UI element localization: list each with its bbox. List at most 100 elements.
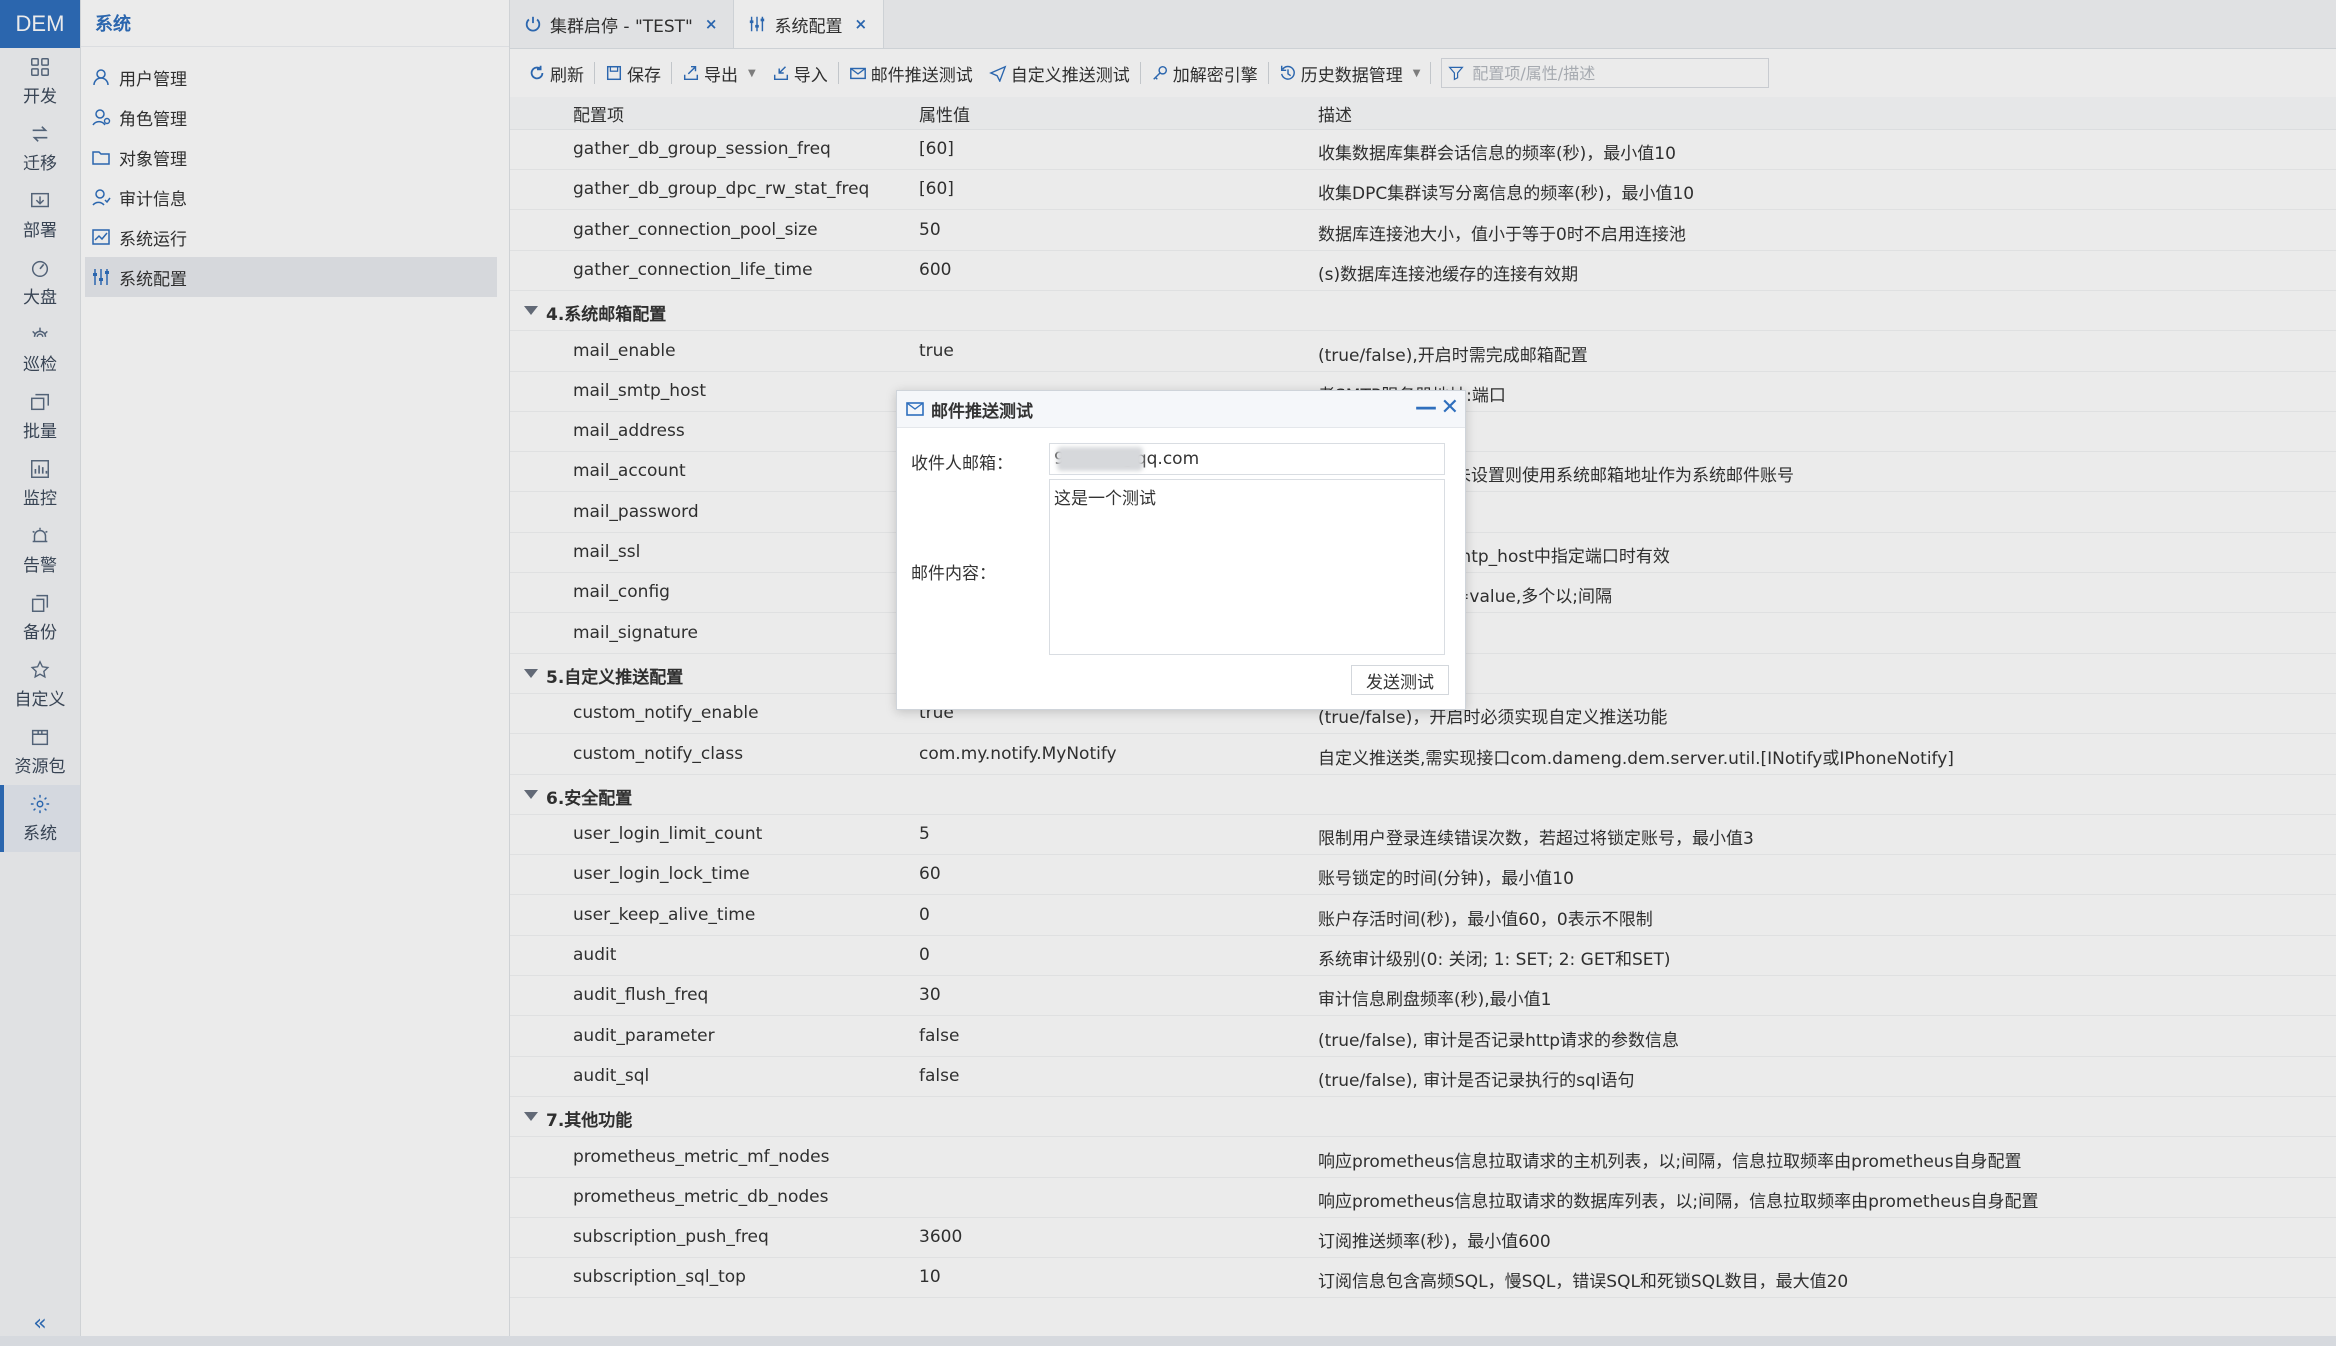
table-row[interactable]: audit 0 系统审计级别(0: 关闭; 1: SET; 2: GET和SET) (510, 935, 2336, 976)
nav-item-label: 自定义 (14, 690, 66, 710)
config-value-cell[interactable]: 600 (919, 260, 951, 280)
config-value-cell[interactable]: 3600 (919, 1227, 962, 1247)
table-row[interactable]: gather_connection_pool_size 50 数据库连接池大小，值小… (510, 210, 2336, 251)
history-data-button[interactable]: 历史数据管理 ▼ (1271, 58, 1429, 88)
minimize-icon[interactable]: — (1415, 395, 1437, 420)
close-icon[interactable]: ✕ (1441, 395, 1459, 420)
sidebar-item-user-management[interactable]: 用户管理 (85, 57, 497, 97)
column-header-key[interactable]: 配置项 (573, 101, 624, 126)
config-value-cell[interactable]: 50 (919, 220, 941, 240)
history-label: 历史数据管理 (1300, 65, 1403, 86)
config-key-cell: user_keep_alive_time (573, 904, 756, 925)
section-header[interactable]: 7.其他功能 (510, 1096, 2336, 1138)
custom-push-test-button[interactable]: 自定义推送测试 (981, 58, 1138, 88)
config-key-cell: mail_enable (573, 340, 676, 361)
nav-item-monitor[interactable]: 监控 (0, 450, 80, 517)
nav-item-alarm[interactable]: 告警 (0, 517, 80, 584)
mail-content-textarea[interactable]: 这是一个测试 (1049, 479, 1445, 655)
table-row[interactable]: audit_flush_freq 30 审计信息刷盘频率(秒),最小值1 (510, 975, 2336, 1017)
nav-item-inspect[interactable]: 巡检 (0, 316, 80, 383)
config-value-cell[interactable]: false (919, 1026, 959, 1046)
chevron-down-icon[interactable]: ▼ (1413, 68, 1421, 79)
config-desc-cell: 收集DPC集群读写分离信息的频率(秒)，最小值10 (1318, 184, 1695, 205)
table-row[interactable]: subscription_push_freq 3600 订阅推送频率(秒)，最小值6… (510, 1217, 2336, 1259)
table-row[interactable]: prometheus_metric_mf_nodes 响应prometheus信息… (510, 1137, 2336, 1178)
toolbar: 刷新 保存 导出 ▼ 导入 邮件推送测试 自定义推送测试 加解密引擎 历史数据管… (510, 49, 2336, 98)
sidebar-item-system-running[interactable]: 系统运行 (85, 217, 497, 257)
column-header-desc[interactable]: 描述 (1318, 101, 1352, 126)
nav-item-dashboard[interactable]: 大盘 (0, 249, 80, 316)
sidebar-item-audit-info[interactable]: 审计信息 (85, 177, 497, 217)
table-row[interactable]: audit_parameter false (true/false), 审计是否记录… (510, 1016, 2336, 1057)
tab-cluster-start-stop[interactable]: 集群启停 - "TEST" × (510, 0, 735, 48)
save-button[interactable]: 保存 (597, 58, 669, 88)
filter-input[interactable] (1470, 62, 1755, 84)
import-label: 导入 (793, 65, 828, 86)
column-header-value[interactable]: 属性值 (919, 101, 970, 126)
config-desc-cell: 账号锁定的时间(分钟)，最小值10 (1318, 869, 1574, 890)
nav-item-backup[interactable]: 备份 (0, 584, 80, 651)
refresh-label: 刷新 (550, 65, 584, 86)
table-row[interactable]: gather_db_group_dpc_rw_stat_freq [60] 收集DP… (510, 169, 2336, 211)
table-row[interactable]: mail_enable true (true/false),开启时需完成邮箱配置 (510, 331, 2336, 372)
tab-system-config[interactable]: 系统配置 × (734, 0, 885, 48)
sidebar-item-role-management[interactable]: 角色管理 (85, 97, 497, 137)
table-row[interactable]: user_login_lock_time 60 账号锁定的时间(分钟)，最小值10 (510, 854, 2336, 896)
nav-item-dev[interactable]: 开发 (0, 48, 80, 115)
config-desc-cell: 数据库连接池大小，值小于等于0时不启用连接池 (1318, 224, 1686, 245)
nav-item-batch[interactable]: 批量 (0, 383, 80, 450)
config-value-cell[interactable]: 5 (919, 824, 930, 844)
table-row[interactable]: prometheus_metric_db_nodes 响应prometheus信息… (510, 1177, 2336, 1218)
table-row[interactable]: user_login_limit_count 5 限制用户登录连续错误次数，若超过将… (510, 814, 2336, 856)
collapse-nav-button[interactable]: « (0, 1311, 80, 1336)
import-button[interactable]: 导入 (764, 58, 836, 88)
nav-item-deploy[interactable]: 部署 (0, 182, 80, 249)
toolbar-divider (671, 62, 672, 84)
config-key-cell: gather_db_group_session_freq (573, 139, 831, 159)
chevron-down-icon[interactable]: ▼ (748, 68, 756, 79)
config-value-cell[interactable]: 30 (919, 985, 941, 1005)
section-header[interactable]: 4.系统邮箱配置 (510, 290, 2336, 332)
table-row[interactable]: custom_notify_class com.my.notify.MyNotif… (510, 734, 2336, 775)
expand-triangle-icon[interactable] (524, 668, 538, 678)
sidebar-item-object-management[interactable]: 对象管理 (85, 137, 497, 177)
crypto-engine-button[interactable]: 加解密引擎 (1143, 58, 1266, 88)
expand-triangle-icon[interactable] (524, 306, 538, 316)
table-row[interactable]: gather_db_group_session_freq [60] 收集数据库集群会… (510, 129, 2336, 170)
nav-item-system[interactable]: 系统 (0, 785, 80, 852)
table-row[interactable]: audit_sql false (true/false), 审计是否记录执行的sql… (510, 1056, 2336, 1097)
side-panel-title: 系统 (81, 0, 509, 47)
config-value-cell[interactable]: 60 (919, 864, 941, 884)
dialog-header[interactable]: 邮件推送测试 (897, 391, 1465, 428)
config-value-cell[interactable]: [60] (919, 179, 954, 199)
send-test-button[interactable]: 发送测试 (1351, 665, 1449, 695)
export-button[interactable]: 导出 ▼ (674, 58, 764, 88)
config-value-cell[interactable]: [60] (919, 139, 954, 159)
config-value-cell[interactable]: 0 (919, 905, 930, 925)
tab-bar: 集群启停 - "TEST" × 系统配置 × (510, 0, 2336, 49)
nav-item-migrate[interactable]: 迁移 (0, 115, 80, 182)
nav-item-label: 系统 (23, 824, 57, 844)
table-row[interactable]: user_keep_alive_time 0 账户存活时间(秒)，最小值60，0表示… (510, 895, 2336, 936)
mail-push-test-button[interactable]: 邮件推送测试 (841, 58, 981, 88)
nav-item-custom[interactable]: 自定义 (0, 651, 80, 718)
filter-box (1441, 58, 1770, 88)
config-key-cell: subscription_sql_top (573, 1267, 746, 1288)
section-header[interactable]: 6.安全配置 (510, 774, 2336, 815)
table-row[interactable]: subscription_sql_top 10 订阅信息包含高频SQL，慢SQL，错… (510, 1257, 2336, 1299)
table-row[interactable]: gather_connection_life_time 600 (s)数据库连接池缓… (510, 250, 2336, 291)
expand-triangle-icon[interactable] (524, 1112, 538, 1122)
tab-close-icon[interactable]: × (854, 15, 867, 33)
config-value-cell[interactable]: true (919, 341, 954, 361)
config-value-cell[interactable]: 0 (919, 945, 930, 965)
config-key-cell: mail_ssl (573, 542, 641, 562)
config-value-cell[interactable]: 10 (919, 1267, 941, 1287)
tab-close-icon[interactable]: × (705, 15, 718, 33)
expand-triangle-icon[interactable] (524, 789, 538, 799)
config-value-cell[interactable]: false (919, 1066, 959, 1086)
refresh-button[interactable]: 刷新 (520, 58, 592, 88)
config-value-cell[interactable]: com.my.notify.MyNotify (919, 744, 1117, 764)
sidebar-item-system-config[interactable]: 系统配置 (85, 257, 497, 297)
nav-item-package[interactable]: 资源包 (0, 718, 80, 785)
left-nav: DEM 开发 迁移 部署 大盘 巡检 批量 监控 告警 备份 自定义 资源包 系统 « (0, 0, 81, 1346)
